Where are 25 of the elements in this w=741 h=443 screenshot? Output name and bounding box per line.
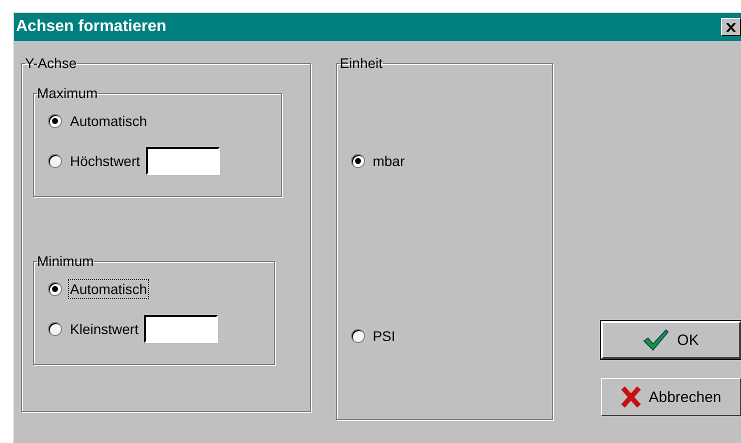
radio-button[interactable] [48,322,62,336]
group-label: Einheit [340,55,383,71]
radio-button[interactable] [48,154,62,168]
radio-button[interactable] [48,282,62,296]
radio-label[interactable]: Kleinstwert [68,319,140,339]
radio-label[interactable]: Automatisch [68,279,150,299]
radio-button[interactable] [350,329,365,343]
input-field[interactable] [146,147,220,175]
close-icon [726,22,736,32]
close-button[interactable] [721,18,741,36]
group-label: Y-Achse [25,55,77,71]
radio-button[interactable] [48,114,62,128]
checkmark-icon [643,329,670,351]
ok-button[interactable]: OK [601,321,741,359]
window-title: Achsen formatieren [16,18,166,36]
input-field[interactable] [144,315,218,343]
radio-button[interactable] [350,154,365,168]
cross-icon [620,386,641,408]
radio-label[interactable]: mbar [370,151,407,171]
radio-label[interactable]: PSI [370,326,398,346]
radio-label[interactable]: Automatisch [68,111,150,131]
radio-label[interactable]: Höchstwert [68,151,142,171]
group-label: Minimum [37,253,94,269]
cancel-button[interactable]: Abbrechen [601,378,741,416]
group-label: Maximum [37,85,98,101]
